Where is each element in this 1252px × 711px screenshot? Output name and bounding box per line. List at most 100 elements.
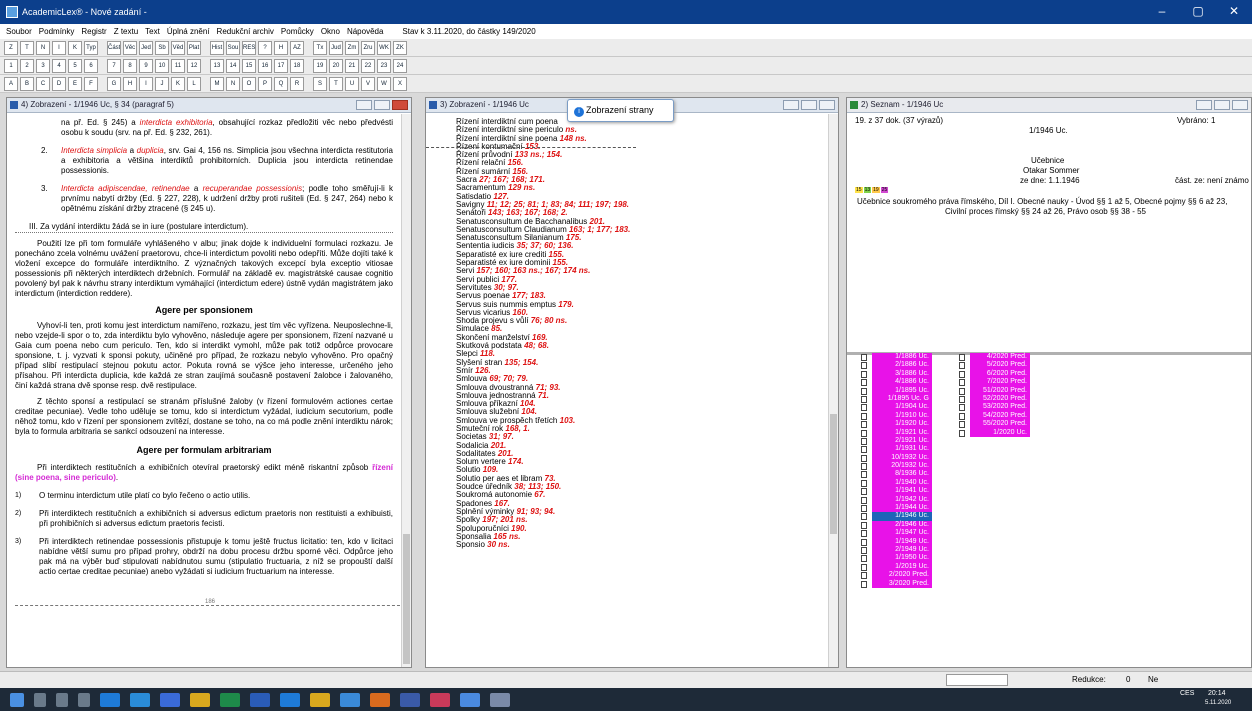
- document-row[interactable]: 1/1895 Uc. 51/2020 Pred.: [858, 386, 1048, 395]
- document-cell[interactable]: 1/1895 Uc.: [872, 386, 932, 395]
- index-entry[interactable]: Slyšení stran 135; 154.: [456, 358, 776, 367]
- toolbar-button[interactable]: C: [36, 76, 50, 91]
- app-icon[interactable]: [340, 692, 360, 707]
- index-pages[interactable]: 48; 68.: [524, 341, 549, 350]
- document-cell[interactable]: 1/1942 Uc.: [872, 495, 932, 505]
- term-link[interactable]: Interdicta simplicia: [61, 146, 127, 155]
- index-entry[interactable]: Skutková podstata 48; 68.: [456, 341, 776, 350]
- tray-date[interactable]: 5.11.2020: [1205, 700, 1231, 706]
- toolbar-button[interactable]: T: [20, 40, 34, 55]
- menu-pomucky[interactable]: Pomůcky: [281, 27, 314, 36]
- document-row[interactable]: 8/1936 Uc.: [858, 470, 1048, 479]
- document-row[interactable]: 1/1940 Uc.: [858, 478, 1048, 488]
- close-button[interactable]: ✕: [1216, 0, 1252, 24]
- document-row[interactable]: 10/1932 Uc.: [858, 453, 1048, 463]
- document-cell[interactable]: 1/1944 Uc.: [872, 504, 932, 513]
- term-link[interactable]: duplicia: [137, 146, 164, 155]
- term-link[interactable]: interdicta exhibitoria: [140, 118, 213, 127]
- document-row[interactable]: 20/1932 Uc.: [858, 462, 1048, 471]
- document-row[interactable]: 1/1920 Uc. 55/2020 Pred.: [858, 420, 1048, 429]
- toolbar-button[interactable]: Sb: [155, 40, 169, 55]
- document-cell[interactable]: 3/1886 Uc.: [872, 369, 932, 379]
- pane-minimize-button[interactable]: [783, 100, 799, 110]
- status-dropdown[interactable]: [946, 674, 1008, 686]
- index-pages[interactable]: 30 ns.: [487, 540, 510, 549]
- document-cell[interactable]: 55/2020 Pred.: [970, 420, 1030, 429]
- document-cell[interactable]: 1/1940 Uc.: [872, 478, 932, 488]
- toolbar-button[interactable]: X: [393, 76, 407, 91]
- document-row[interactable]: 2/1949 Uc.: [858, 545, 1048, 555]
- toolbar-button[interactable]: L: [187, 76, 201, 91]
- app-icon[interactable]: [400, 692, 420, 707]
- document-cell[interactable]: 1/2020 Uc.: [970, 428, 1030, 437]
- document-cell[interactable]: 2/1949 Uc.: [872, 545, 932, 555]
- document-cell[interactable]: 2/2020 Pred.: [872, 571, 932, 580]
- document-cell[interactable]: 4/1886 Uc.: [872, 378, 932, 387]
- toolbar-button[interactable]: K: [68, 40, 82, 55]
- toolbar-button[interactable]: I: [52, 40, 66, 55]
- index-pages[interactable]: 129 ns.: [508, 183, 535, 192]
- document-row[interactable]: 1/1921 Uc. 1/2020 Uc.: [858, 428, 1048, 437]
- toolbar-button[interactable]: RESET: [242, 40, 256, 55]
- tray-time[interactable]: 20:14: [1208, 690, 1226, 697]
- toolbar-button[interactable]: P: [258, 76, 272, 91]
- index-pages[interactable]: 67.: [534, 490, 545, 499]
- document-cell[interactable]: 1/1910 Uc.: [872, 411, 932, 421]
- document-row[interactable]: 1/1944 Uc.: [858, 504, 1048, 513]
- document-cell[interactable]: 52/2020 Pred.: [970, 394, 1030, 404]
- ie-icon[interactable]: [280, 692, 300, 707]
- document-row[interactable]: 1/2019 Uc.: [858, 562, 1048, 572]
- document-cell[interactable]: 1/1904 Uc.: [872, 403, 932, 412]
- toolbar-button[interactable]: Typ: [84, 40, 98, 55]
- toolbar-button[interactable]: U: [345, 76, 359, 91]
- menu-z-textu[interactable]: Z textu: [114, 27, 138, 36]
- document-row[interactable]: 2/1886 Uc. 5/2020 Pred.: [858, 361, 1048, 370]
- pane-close-button[interactable]: [1232, 100, 1248, 110]
- search-icon[interactable]: [34, 692, 46, 707]
- toolbar-button[interactable]: Hist: [210, 40, 224, 55]
- toolbar-button[interactable]: AZ: [290, 40, 304, 55]
- document-row[interactable]: 1/1942 Uc.: [858, 495, 1048, 505]
- document-row[interactable]: 2/1921 Uc.: [858, 436, 1048, 446]
- index-entry[interactable]: Solum vertere 174.: [456, 458, 776, 466]
- toolbar-button[interactable]: D: [52, 76, 66, 91]
- toolbar-button[interactable]: 8: [123, 58, 137, 73]
- toolbar-button[interactable]: Plat: [187, 40, 201, 55]
- mail-icon[interactable]: [160, 692, 180, 707]
- toolbar-button[interactable]: Jed: [139, 40, 153, 55]
- document-cell[interactable]: 20/1932 Uc.: [872, 462, 932, 471]
- toolbar-button[interactable]: 7: [107, 58, 121, 73]
- excel-icon[interactable]: [220, 692, 240, 707]
- document-row[interactable]: 1/1931 Uc.: [858, 445, 1048, 454]
- toolbar-button[interactable]: N: [36, 40, 50, 55]
- toolbar-button[interactable]: Část: [107, 40, 121, 55]
- index-pages[interactable]: 103.: [560, 416, 576, 425]
- vertical-scrollbar[interactable]: [828, 114, 838, 667]
- toolbar-button[interactable]: S: [313, 76, 327, 91]
- menu-redukcni-archiv[interactable]: Redukční archiv: [217, 27, 274, 36]
- document-cell[interactable]: 7/2020 Pred.: [970, 378, 1030, 387]
- toolbar-button[interactable]: J: [155, 76, 169, 91]
- menu-podminky[interactable]: Podmínky: [39, 27, 75, 36]
- store-icon[interactable]: [130, 692, 150, 707]
- maximize-button[interactable]: ▢: [1180, 0, 1216, 24]
- index-pages[interactable]: 135; 154.: [504, 358, 538, 367]
- document-row[interactable]: 4/1886 Uc. 7/2020 Pred.: [858, 378, 1048, 387]
- toolbar-button[interactable]: ZK: [393, 40, 407, 55]
- toolbar-button[interactable]: 3: [36, 58, 50, 73]
- toolbar-button[interactable]: H: [274, 40, 288, 55]
- toolbar-button[interactable]: F: [84, 76, 98, 91]
- toolbar-button[interactable]: WK: [377, 40, 391, 55]
- toolbar-button[interactable]: G: [107, 76, 121, 91]
- document-row[interactable]: 1/1941 Uc.: [858, 487, 1048, 496]
- toolbar-button[interactable]: 24: [393, 58, 407, 73]
- vertical-scrollbar[interactable]: [401, 114, 411, 667]
- pane-close-button[interactable]: [819, 100, 835, 110]
- toolbar-button[interactable]: 23: [377, 58, 391, 73]
- app-icon[interactable]: [430, 692, 450, 707]
- pane-restore-button[interactable]: [374, 100, 390, 110]
- document-row[interactable]: 1/1946 Uc.: [858, 512, 1048, 521]
- document-cell[interactable]: 1/1947 Uc.: [872, 529, 932, 538]
- powerpoint-icon[interactable]: [370, 692, 390, 707]
- document-row[interactable]: 1/1910 Uc. 54/2020 Pred.: [858, 411, 1048, 421]
